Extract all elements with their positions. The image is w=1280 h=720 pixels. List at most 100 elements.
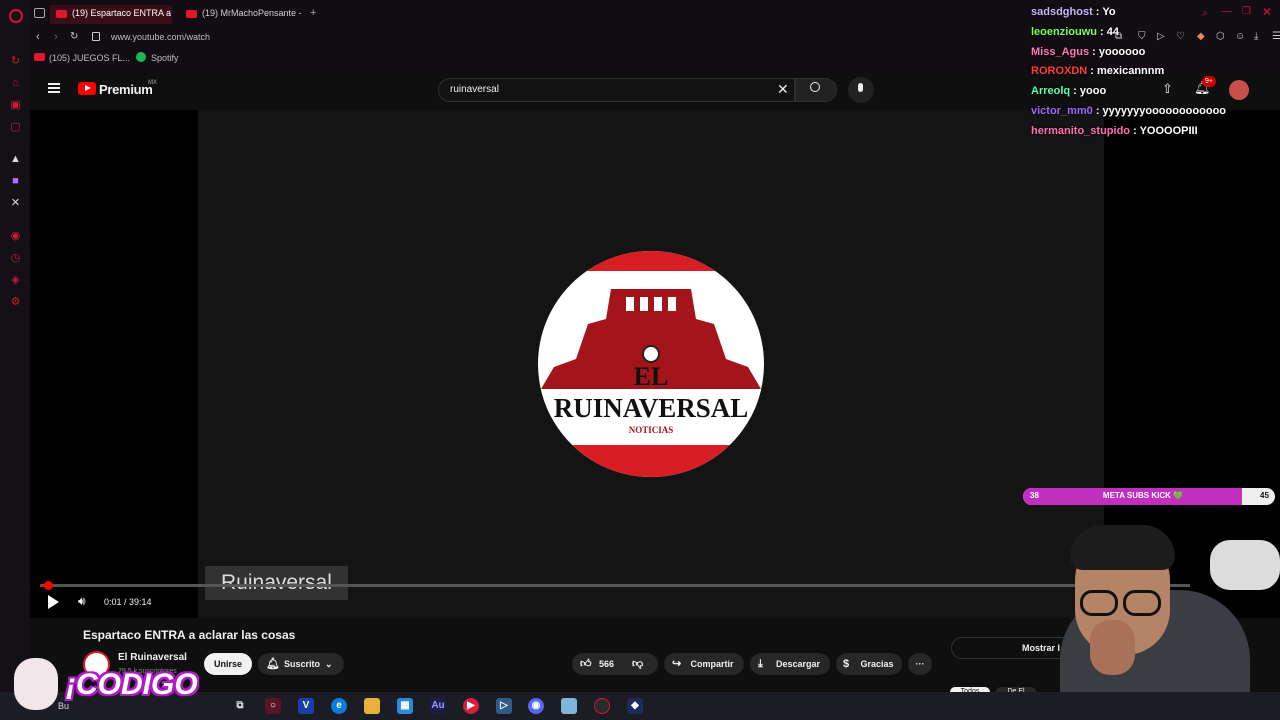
discord-taskbar-icon[interactable]: ◉ xyxy=(528,698,544,714)
glasses-left xyxy=(1080,590,1118,616)
upload-icon[interactable]: ⇧ xyxy=(1162,81,1173,97)
bookmark-juegos[interactable]: (105) JUEGOS FL... xyxy=(49,53,130,63)
chat-message: victor_mm0 : yyyyyyyoooooooooooo xyxy=(1031,105,1226,117)
chat-message: ROROXDN : mexicannnm xyxy=(1031,65,1164,77)
chat-message: hermanito_stupido : YOOOOPIII xyxy=(1031,125,1198,137)
clear-search-icon[interactable]: ✕ xyxy=(777,81,789,98)
mascot-icon xyxy=(14,658,58,710)
puzzle-icon[interactable]: ⬡ xyxy=(1216,31,1225,42)
play-button[interactable] xyxy=(48,595,59,609)
shield-icon[interactable]: ⛉ xyxy=(1138,31,1146,42)
sub-goal-label: META SUBS KICK 💚 xyxy=(1102,491,1184,500)
play-icon[interactable]: ▷ xyxy=(1157,31,1165,42)
chat-username: Arreolq xyxy=(1031,85,1071,98)
channel-name[interactable]: El Ruinaversal xyxy=(118,652,187,663)
file-explorer-icon[interactable] xyxy=(364,698,380,714)
chat-message: Arreolq : yooo xyxy=(1031,85,1106,97)
messenger-icon[interactable]: ↻ xyxy=(9,55,22,68)
close-window-icon[interactable]: ✕ xyxy=(1262,5,1272,19)
search-text: ruinaversal xyxy=(450,84,499,95)
download-button[interactable]: ⤓ Descargar xyxy=(750,653,830,675)
share-button[interactable]: ↪ Compartir xyxy=(664,653,744,675)
youtube-logo-icon[interactable] xyxy=(78,82,96,95)
media-player-icon[interactable]: ▶ xyxy=(463,698,479,714)
chat-username: leoenziouwu xyxy=(1031,25,1097,38)
video-title: Espartaco ENTRA a aclarar las cosas xyxy=(83,628,296,642)
url-field[interactable]: www.youtube.com/watch xyxy=(111,32,210,42)
notes-taskbar-icon[interactable] xyxy=(561,698,577,714)
store-taskbar-icon[interactable]: ▦ xyxy=(397,698,413,714)
maximize-icon[interactable]: ❐ xyxy=(1242,6,1251,17)
download-arrow-icon: ⤓ xyxy=(758,658,763,670)
heart-icon[interactable]: ♡ xyxy=(1176,31,1185,42)
thanks-label: Gracias xyxy=(860,659,894,669)
chat-separator: : xyxy=(1070,85,1080,98)
tab-espartaco[interactable]: (19) Espartaco ENTRA a a xyxy=(50,5,172,24)
chat-text: 44 xyxy=(1106,25,1120,38)
chat-username: victor_mm0 xyxy=(1031,105,1093,117)
like-button[interactable]: 👍︎ 566 👎︎ xyxy=(572,653,658,675)
edge-taskbar-icon[interactable]: e xyxy=(331,698,347,714)
reload-icon[interactable]: ↻ xyxy=(70,31,78,42)
logo-ruinaversal-text: RUINAVERSAL xyxy=(554,393,749,423)
opera-logo-icon[interactable] xyxy=(9,9,23,23)
profile-icon[interactable]: ☺ xyxy=(1235,31,1245,42)
progress-scrubber[interactable] xyxy=(44,581,53,590)
chair-headrest xyxy=(1210,540,1280,590)
extension-icon[interactable]: ◆ xyxy=(1197,31,1205,42)
join-button[interactable]: Unirse xyxy=(204,653,252,675)
voice-search-button[interactable] xyxy=(848,77,874,103)
youtube-favicon-icon xyxy=(56,10,67,18)
tab-menu-icon[interactable] xyxy=(34,8,45,18)
search-button[interactable] xyxy=(795,78,837,102)
audition-taskbar-icon[interactable]: Au xyxy=(430,698,446,714)
forward-icon[interactable]: › xyxy=(54,31,58,43)
thanks-button[interactable]: $ Gracias xyxy=(836,653,902,675)
tool-taskbar-icon[interactable]: ◆ xyxy=(627,698,643,714)
player-icon[interactable]: ◉ xyxy=(9,230,22,243)
history-icon[interactable]: ◷ xyxy=(9,252,22,265)
thumbs-down-icon[interactable]: 👎︎ xyxy=(632,653,643,675)
app-taskbar-icon[interactable]: ▷ xyxy=(496,698,512,714)
task-view-icon[interactable]: ⧉ xyxy=(232,698,248,714)
download-icon[interactable]: ⤓ xyxy=(1254,31,1258,42)
chat-separator: : xyxy=(1092,6,1103,18)
minimize-icon[interactable]: — xyxy=(1222,6,1232,17)
kick-icon[interactable]: ▲ xyxy=(9,153,22,166)
volume-icon[interactable]: 🔊︎ xyxy=(78,594,86,609)
search-tabs-icon[interactable]: ⌕ xyxy=(1202,8,1208,19)
channel-watermark[interactable]: Ruinaversal xyxy=(205,566,348,600)
chevron-down-icon: ⌄ xyxy=(325,659,333,669)
hamburger-menu-icon[interactable] xyxy=(48,83,60,93)
twitch-icon[interactable]: ■ xyxy=(9,175,22,188)
tab-label: (19) Espartaco ENTRA a a xyxy=(72,8,172,18)
opera-gx-taskbar-icon[interactable] xyxy=(594,698,610,714)
back-icon[interactable]: ‹ xyxy=(36,31,40,43)
opera-taskbar-icon[interactable]: ○ xyxy=(265,698,281,714)
avatar[interactable] xyxy=(1229,80,1249,100)
chat-username: sadsdghost xyxy=(1031,6,1093,18)
instagram-icon[interactable]: ▢ xyxy=(9,121,22,134)
chat-icon[interactable]: ▣ xyxy=(9,99,22,112)
more-actions-button[interactable]: ··· xyxy=(908,653,932,675)
youtube-premium-label[interactable]: Premium xyxy=(99,82,153,97)
x-icon[interactable]: ✕ xyxy=(9,197,22,210)
region-code: MX xyxy=(148,80,157,86)
search-icon xyxy=(810,82,820,92)
bag-icon[interactable]: ⌂ xyxy=(9,77,22,90)
menu-icon[interactable]: ☰ xyxy=(1272,31,1280,42)
vegas-taskbar-icon[interactable]: V xyxy=(298,698,314,714)
share-icon: ↪ xyxy=(672,658,682,670)
sub-goal-bar: 38 META SUBS KICK 💚 45 xyxy=(1023,488,1275,505)
subscribed-button[interactable]: 🔔︎ Suscrito ⌄ xyxy=(258,653,344,675)
video-frame: EL RUINAVERSAL NOTICIAS xyxy=(198,110,1104,618)
search-input[interactable]: ruinaversal ✕ xyxy=(438,78,795,102)
settings-icon[interactable]: ⚙ xyxy=(9,296,22,309)
chat-message: Miss_Agus : yoooooo xyxy=(1031,46,1145,58)
tab-mrmachopensante[interactable]: (19) MrMachoPensante - xyxy=(180,5,302,24)
streamer-hair xyxy=(1070,525,1175,570)
progress-bar[interactable] xyxy=(40,581,1190,590)
bookmark-spotify[interactable]: Spotify xyxy=(151,53,179,63)
pinboard-icon[interactable]: ◈ xyxy=(9,274,22,287)
new-tab-button[interactable]: + xyxy=(310,7,316,19)
